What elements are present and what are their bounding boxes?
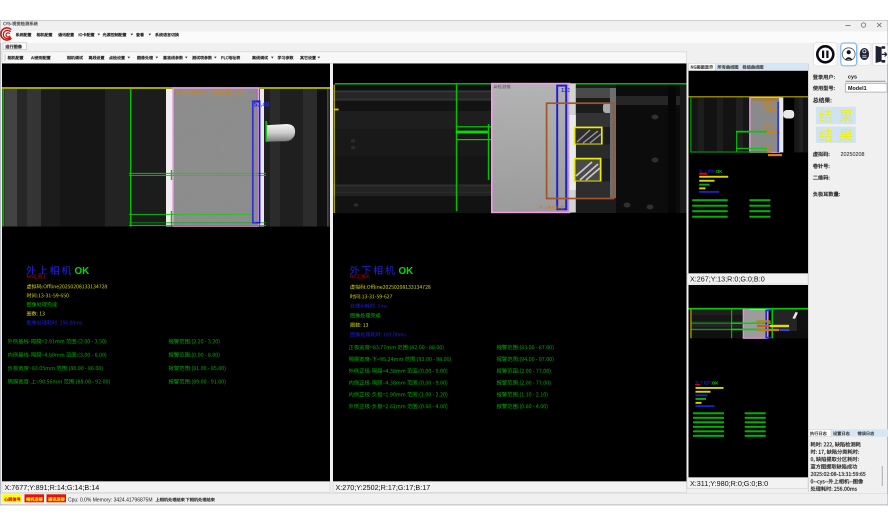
svg-text:Cpu: 0.0% Memory: 3424.4179687: Cpu: 0.0% Memory: 3424.41796875M	[68, 497, 153, 503]
svg-text:X:270;Y:2502;R:17;G:17;B:17: X:270;Y:2502;R:17;G:17;B:17	[336, 483, 431, 492]
svg-text:X:7677;Y:891;R:14;G:14;B:14: X:7677;Y:891;R:14;G:14;B:14	[5, 483, 100, 492]
svg-text:OK: OK	[75, 266, 90, 277]
svg-text:X:267;Y:13;R:0;G:0;B:0: X:267;Y:13;R:0;G:0;B:0	[690, 275, 765, 284]
svg-text:cys: cys	[848, 75, 857, 81]
svg-text:X:311;Y:980;R:0;G:0;B:0: X:311;Y:980;R:0;G:0;B:0	[690, 479, 768, 488]
svg-text:53.48: 53.48	[254, 102, 270, 109]
svg-text:Model1: Model1	[848, 86, 867, 92]
svg-text:20250208: 20250208	[841, 152, 865, 158]
svg-text:OK: OK	[399, 266, 414, 277]
svg-text:OK: OK	[712, 380, 718, 385]
svg-text:OK: OK	[716, 169, 722, 174]
